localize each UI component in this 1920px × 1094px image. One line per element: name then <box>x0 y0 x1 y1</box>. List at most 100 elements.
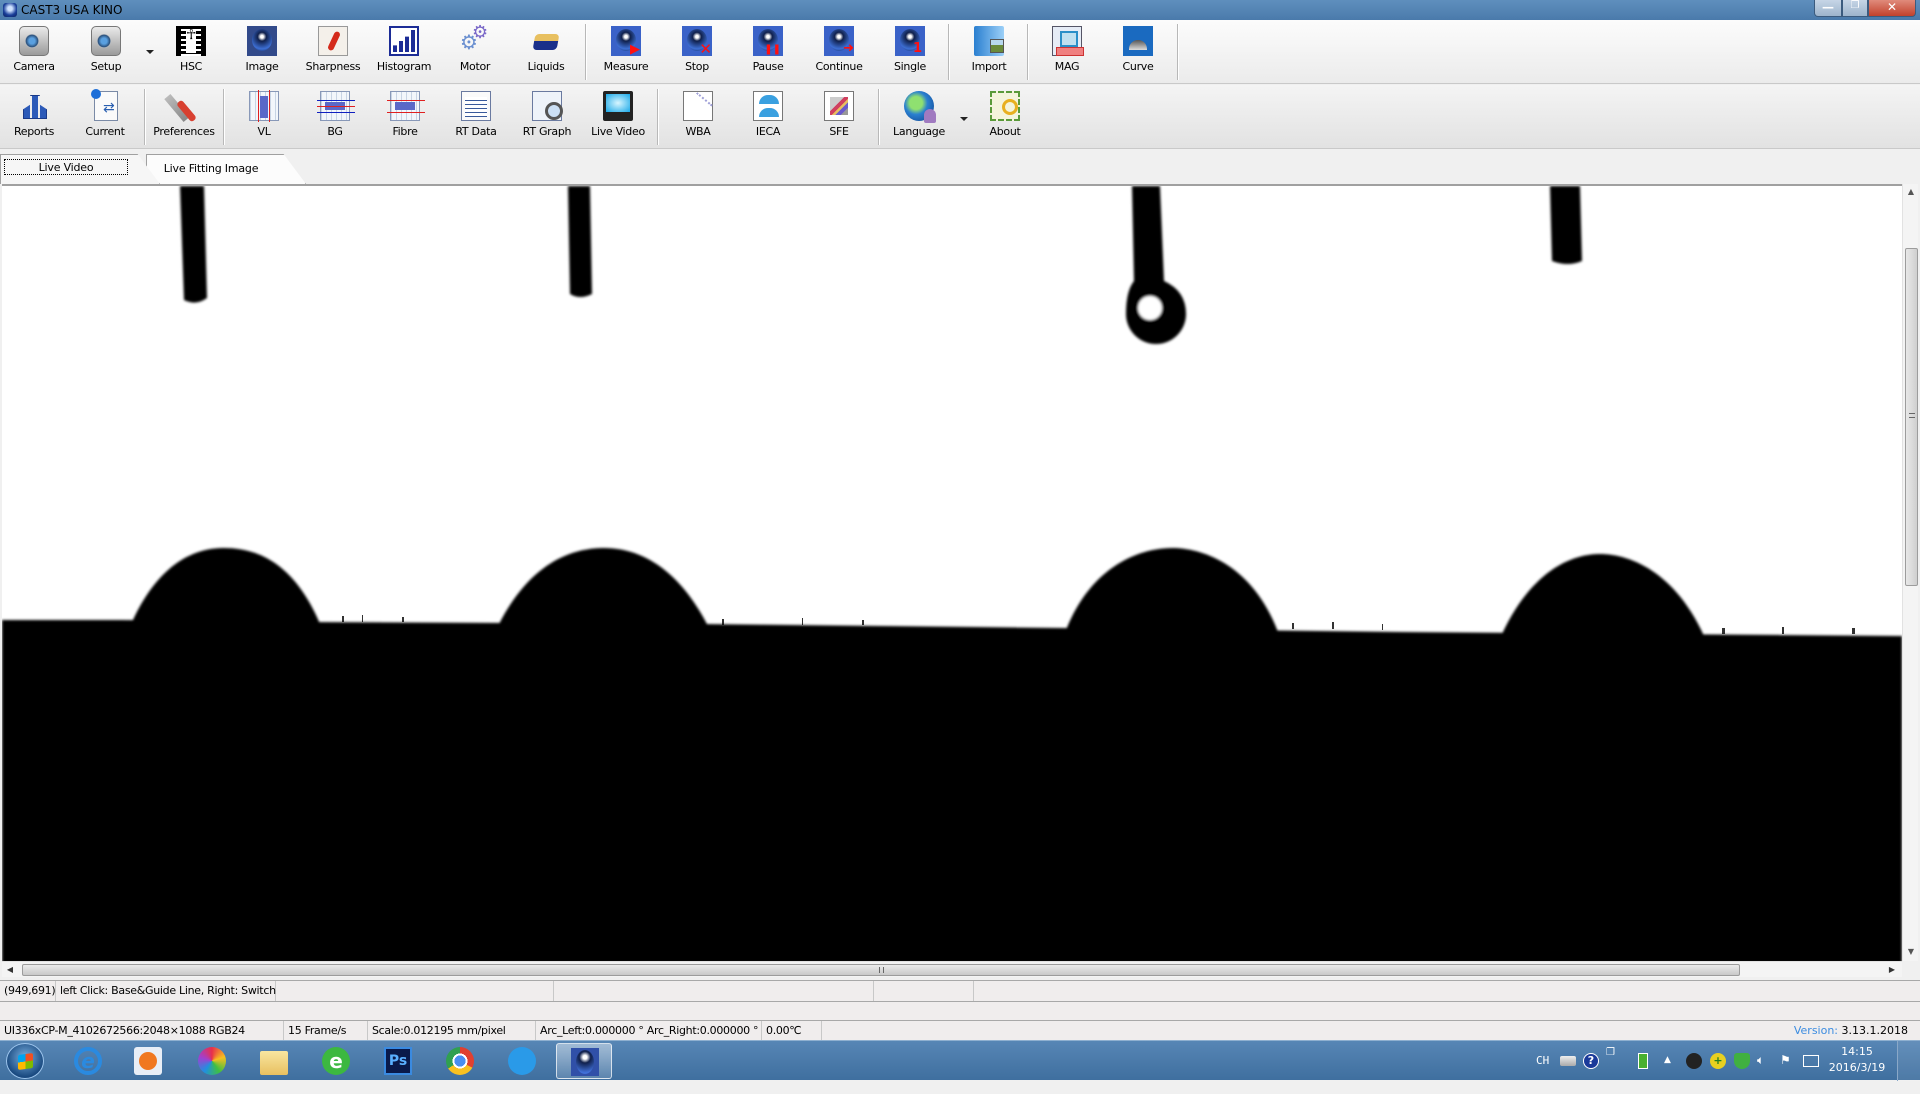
motor-button[interactable]: Motor <box>444 22 506 80</box>
fibre-icon <box>387 91 425 121</box>
live-video-view[interactable] <box>2 184 1902 961</box>
sharpness-button[interactable]: Sharpness <box>302 24 364 80</box>
cast3-app-icon <box>571 1048 599 1076</box>
histogram-button[interactable]: Histogram <box>373 24 435 80</box>
minimize-button[interactable]: — <box>1814 0 1842 17</box>
taskbar-media-player[interactable] <box>120 1043 176 1079</box>
stop-button[interactable]: ✕ Stop <box>666 24 728 80</box>
single-button[interactable]: 1 Single <box>879 24 941 80</box>
taskbar-photo-viewer[interactable] <box>184 1043 240 1079</box>
taskbar-internet-explorer[interactable]: e <box>60 1043 116 1079</box>
taskbar-chrome[interactable] <box>432 1043 488 1079</box>
setup-dropdown-arrow[interactable] <box>146 50 154 54</box>
pause-label: Pause <box>752 60 784 73</box>
bg-button[interactable]: BG <box>304 89 366 145</box>
film-strip-icon <box>176 26 206 56</box>
needle-3-hole <box>1138 296 1162 320</box>
taskbar-green-browser[interactable]: e <box>308 1043 364 1079</box>
taskbar-cast3[interactable] <box>556 1043 612 1079</box>
keyboard-icon[interactable] <box>1560 1056 1576 1066</box>
language-indicator[interactable]: CH <box>1536 1054 1549 1094</box>
horizontal-scrollbar[interactable]: ◀ ▶ <box>2 961 1902 977</box>
import-button[interactable]: Import <box>958 24 1020 80</box>
show-hidden-icon[interactable]: ▲ <box>1664 1055 1680 1071</box>
taskbar-file-explorer[interactable] <box>246 1043 302 1079</box>
temperature: 0.00℃ <box>762 1021 822 1040</box>
camera-button[interactable]: Camera <box>3 24 65 80</box>
security-plus-icon[interactable]: + <box>1710 1053 1726 1069</box>
ieca-label: IECA <box>755 125 781 138</box>
hsc-label: HSC <box>179 60 203 73</box>
scroll-right-arrow[interactable]: ▶ <box>1884 962 1900 978</box>
single-one-icon: 1 <box>895 26 925 56</box>
pinwheel-icon <box>198 1047 226 1075</box>
liquid-tray-icon <box>531 26 561 56</box>
about-button[interactable]: About <box>974 89 1036 145</box>
magnification-ruler-icon <box>1052 26 1084 56</box>
import-label: Import <box>971 60 1007 73</box>
ieca-button[interactable]: IECA <box>737 89 799 145</box>
about-label: About <box>989 125 1021 138</box>
rt-graph-label: RT Graph <box>522 125 572 138</box>
version-value: 3.13.1.2018 <box>1841 1024 1908 1037</box>
horizontal-scroll-thumb[interactable] <box>22 964 1740 976</box>
clock-date: 2016/3/19 <box>1828 1061 1886 1074</box>
maximize-button[interactable]: ❐ <box>1842 0 1868 17</box>
vl-button[interactable]: VL <box>233 89 295 145</box>
measure-button[interactable]: ▶ Measure <box>595 24 657 80</box>
network-satellite-icon[interactable] <box>1686 1053 1702 1069</box>
wba-button[interactable]: WBA <box>667 89 729 145</box>
tab-live-fitting-image[interactable]: Live Fitting Image <box>146 154 306 184</box>
chili-sharpness-icon <box>318 26 348 56</box>
setup-button[interactable]: Setup <box>75 24 137 80</box>
start-button[interactable] <box>6 1043 44 1079</box>
vertical-scroll-thumb[interactable] <box>1905 248 1918 586</box>
curve-button[interactable]: Curve <box>1107 24 1169 80</box>
window-switch-icon[interactable]: ❐ <box>1606 1047 1622 1063</box>
help-icon[interactable]: ? <box>1583 1053 1599 1069</box>
taskbar-photoshop[interactable]: Ps <box>370 1043 426 1079</box>
continue-button[interactable]: ➜ Continue <box>808 24 870 80</box>
scroll-up-arrow[interactable]: ▲ <box>1903 184 1919 200</box>
drop-4 <box>1502 554 1704 636</box>
rt-graph-button[interactable]: RT Graph <box>516 89 578 145</box>
sfe-button[interactable]: SFE <box>808 89 870 145</box>
live-video-button[interactable]: Live Video <box>587 89 649 145</box>
preferences-button[interactable]: Preferences <box>153 89 215 145</box>
scroll-down-arrow[interactable]: ▼ <box>1903 944 1919 960</box>
shield-icon[interactable] <box>1734 1053 1750 1069</box>
toolbar-separator <box>657 89 658 145</box>
language-dropdown-arrow[interactable] <box>960 117 968 121</box>
rt-data-button[interactable]: RT Data <box>445 89 507 145</box>
toolbar-separator <box>948 24 949 80</box>
hsc-button[interactable]: HSC <box>160 24 222 80</box>
clock[interactable]: 14:15 2016/3/19 <box>1812 1044 1902 1076</box>
mag-button[interactable]: MAG <box>1036 24 1098 80</box>
frame-rate: 15 Frame/s <box>284 1021 368 1040</box>
show-desktop-button[interactable] <box>1897 1041 1920 1081</box>
tab-live-video[interactable]: Live Video <box>0 154 160 184</box>
liquids-button[interactable]: Liquids <box>515 24 577 80</box>
media-player-icon <box>134 1047 162 1075</box>
toolbar-separator <box>144 89 145 145</box>
vertical-scrollbar[interactable]: ▲ ▼ <box>1902 184 1918 961</box>
pause-button[interactable]: ❚❚ Pause <box>737 24 799 80</box>
action-center-flag-icon[interactable]: ⚑ <box>1780 1053 1796 1069</box>
close-button[interactable]: ✕ <box>1868 0 1916 17</box>
language-button[interactable]: Language <box>888 89 950 145</box>
camera-icon <box>19 26 49 56</box>
image-button[interactable]: Image <box>231 24 293 80</box>
fibre-button[interactable]: Fibre <box>374 89 436 145</box>
current-button[interactable]: Current <box>74 89 136 145</box>
video-frame <box>2 186 1902 961</box>
blue-feather-icon <box>508 1047 536 1075</box>
volume-icon[interactable]: 🔈︎ <box>1757 1053 1773 1069</box>
taskbar-feather-app[interactable] <box>494 1043 550 1079</box>
drop-3 <box>1066 548 1278 632</box>
needle-3 <box>1126 186 1186 344</box>
drop-2 <box>498 548 708 626</box>
reports-button[interactable]: Reports <box>3 89 65 145</box>
usb-drive-icon[interactable] <box>1638 1053 1648 1069</box>
scroll-left-arrow[interactable]: ◀ <box>2 962 18 978</box>
current-document-icon <box>91 89 118 121</box>
